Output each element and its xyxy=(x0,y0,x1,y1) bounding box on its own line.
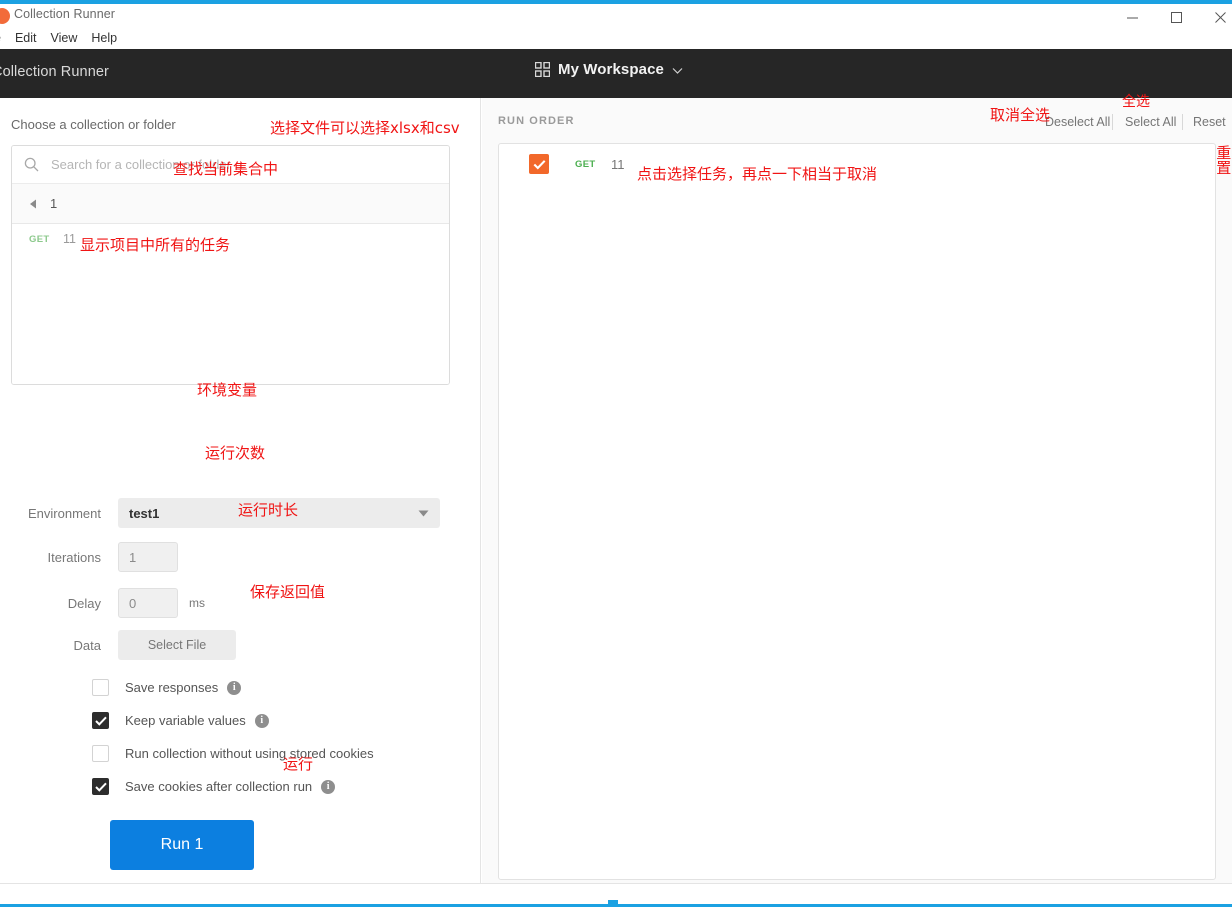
run-button[interactable]: Run 1 xyxy=(110,820,254,870)
run-without-cookies-row[interactable]: Run collection without using stored cook… xyxy=(92,745,374,762)
minimize-icon xyxy=(1126,17,1138,18)
grid-icon xyxy=(535,62,550,77)
data-row: Data Select File xyxy=(0,630,236,660)
close-icon xyxy=(1214,11,1226,23)
environment-label: Environment xyxy=(28,505,101,521)
menu-item-file[interactable]: e xyxy=(0,28,8,49)
left-pane: Choose a collection or folder 1 GET 11 E… xyxy=(0,98,481,883)
chevron-down-icon xyxy=(418,510,429,516)
app-header: Collection Runner My Workspace Run In Co… xyxy=(0,49,1232,136)
collection-breadcrumb[interactable]: 1 xyxy=(12,184,449,224)
deselect-all-button[interactable]: Deselect All xyxy=(1045,115,1110,129)
save-cookies-label: Save cookies after collection run xyxy=(125,779,313,794)
reset-button[interactable]: Reset xyxy=(1193,115,1226,129)
delay-unit-label: ms xyxy=(189,596,205,610)
bottom-accent-notch xyxy=(608,900,618,907)
search-input[interactable] xyxy=(49,156,439,173)
delay-row: Delay ms xyxy=(0,588,205,618)
collection-search-row xyxy=(12,146,449,184)
request-method: GET xyxy=(29,233,50,245)
maximize-icon xyxy=(1170,11,1182,23)
keep-variable-values-row[interactable]: Keep variable values i xyxy=(92,712,269,729)
info-icon[interactable]: i xyxy=(227,680,242,695)
select-file-button[interactable]: Select File xyxy=(118,630,236,660)
search-icon xyxy=(24,157,39,172)
breadcrumb-label: 1 xyxy=(50,196,58,211)
menu-item-view[interactable]: View xyxy=(44,28,85,49)
request-name: 11 xyxy=(63,232,76,246)
environment-row: Environment test1 xyxy=(0,498,440,528)
table-row[interactable]: GET 11 xyxy=(499,144,1215,184)
choose-collection-label: Choose a collection or folder xyxy=(11,117,176,132)
check-icon xyxy=(94,782,107,792)
window-close-button[interactable] xyxy=(1198,4,1232,30)
keep-variable-values-label: Keep variable values xyxy=(125,713,246,728)
iterations-row: Iterations xyxy=(0,542,178,572)
save-responses-label: Save responses xyxy=(125,680,219,695)
run-without-cookies-checkbox[interactable] xyxy=(92,745,109,762)
run-without-cookies-label: Run collection without using stored cook… xyxy=(125,746,374,761)
run-order-heading: RUN ORDER xyxy=(498,115,575,127)
window-titlebar: Collection Runner xyxy=(0,4,1232,28)
iterations-label: Iterations xyxy=(47,549,101,565)
app-header-title: Collection Runner xyxy=(0,64,109,80)
data-label: Data xyxy=(73,637,101,653)
environment-value: test1 xyxy=(129,505,160,521)
run-order-item-name: 11 xyxy=(611,156,625,172)
workspace-name: My Workspace xyxy=(558,61,664,78)
postman-logo-icon xyxy=(0,8,10,24)
chevron-down-icon xyxy=(672,67,683,74)
save-responses-checkbox[interactable] xyxy=(92,679,109,696)
workspace-selector[interactable]: My Workspace xyxy=(535,61,683,78)
save-cookies-row[interactable]: Save cookies after collection run i xyxy=(92,778,336,795)
environment-select[interactable]: test1 xyxy=(118,498,440,528)
keep-variable-values-checkbox[interactable] xyxy=(92,712,109,729)
run-order-item-method: GET xyxy=(575,158,596,170)
window-minimize-button[interactable] xyxy=(1110,4,1154,30)
chevron-left-icon[interactable] xyxy=(29,199,37,209)
menu-item-help[interactable]: Help xyxy=(84,28,124,49)
check-icon xyxy=(533,159,545,170)
run-order-item-checkbox[interactable] xyxy=(529,154,549,174)
iterations-input[interactable] xyxy=(118,542,178,572)
menubar: e Edit View Help xyxy=(0,28,1232,49)
window-maximize-button[interactable] xyxy=(1154,4,1198,30)
delay-input[interactable] xyxy=(118,588,178,618)
divider xyxy=(1182,114,1183,130)
info-icon[interactable]: i xyxy=(254,713,269,728)
collection-request-list: GET 11 xyxy=(12,224,449,384)
collection-picker: 1 GET 11 xyxy=(11,145,450,385)
menu-item-edit[interactable]: Edit xyxy=(8,28,44,49)
select-all-button[interactable]: Select All xyxy=(1125,115,1176,129)
save-cookies-checkbox[interactable] xyxy=(92,778,109,795)
list-item[interactable]: GET 11 xyxy=(12,224,449,254)
window-title: Collection Runner xyxy=(14,7,116,21)
save-responses-row[interactable]: Save responses i xyxy=(92,679,242,696)
divider xyxy=(1112,114,1113,130)
info-icon[interactable]: i xyxy=(321,779,336,794)
right-pane: RUN ORDER Deselect All Select All Reset … xyxy=(482,98,1232,883)
run-order-list: GET 11 xyxy=(498,143,1216,880)
delay-label: Delay xyxy=(67,595,101,611)
check-icon xyxy=(94,716,107,726)
